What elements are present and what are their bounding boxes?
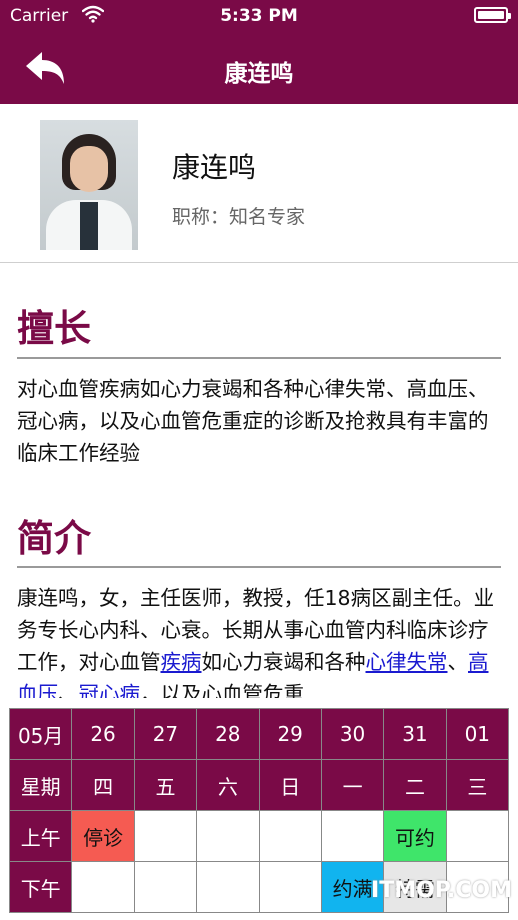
- intro-text: 康连鸣，女，主任医师，教授，任18病区副主任。业务专长心内科、心衰。长期从事心血…: [17, 582, 501, 698]
- weekday-cell: 四: [71, 759, 135, 811]
- clock: 5:33 PM: [220, 6, 298, 26]
- weekday-cell: 日: [258, 759, 322, 811]
- slot-stopped: 停诊: [71, 810, 135, 862]
- specialty-heading: 擅长: [17, 307, 91, 350]
- schedule-date-row: 05月 26 27 28 29 30 31 01: [8, 708, 510, 760]
- date-cell: 27: [133, 708, 198, 760]
- weekday-cell: 一: [320, 759, 385, 811]
- doctor-avatar: [40, 120, 138, 250]
- date-cell: 30: [320, 708, 385, 760]
- navigation-bar: 康连鸣: [0, 34, 518, 104]
- slot-empty: [71, 861, 135, 913]
- doctor-title: 职称：知名专家: [172, 206, 306, 228]
- pm-label-cell: 下午: [8, 861, 73, 913]
- date-cell: 28: [196, 708, 260, 760]
- link-arrhythmia[interactable]: 心律失常: [366, 650, 448, 674]
- link-coronary[interactable]: 冠心病: [79, 682, 141, 698]
- slot-empty: [258, 861, 322, 913]
- separator: 、: [58, 682, 79, 698]
- separator: 、: [447, 650, 469, 674]
- date-cell: 26: [71, 708, 135, 760]
- slot-empty: [258, 810, 322, 862]
- weekday-cell: 二: [383, 759, 447, 811]
- slot-empty: [320, 810, 385, 862]
- specialty-text: 对心血管疾病如心力衰竭和各种心律失常、高血压、冠心病，以及心血管危重症的诊断及抢…: [17, 377, 489, 465]
- schedule-am-row: 上午 停诊 可约: [8, 810, 510, 862]
- date-cell: 31: [383, 708, 447, 760]
- weekday-cell: 六: [196, 759, 260, 811]
- slot-available-button[interactable]: 可约: [383, 810, 447, 862]
- date-cell: 29: [258, 708, 322, 760]
- slot-empty: [196, 861, 260, 913]
- status-bar: Carrier 5:33 PM: [0, 0, 518, 34]
- slot-empty: [445, 810, 510, 862]
- date-cell: 01: [445, 708, 510, 760]
- weekday-cell: 五: [133, 759, 198, 811]
- intro-text-part: ，以及心血管危重: [140, 682, 304, 698]
- intro-heading: 简介: [17, 517, 91, 560]
- doctor-profile: 康连鸣 职称：知名专家: [0, 104, 518, 263]
- schedule-weekday-row: 星期 四 五 六 日 一 二 三: [8, 759, 510, 811]
- slot-empty: [133, 810, 198, 862]
- month-cell: 05月: [8, 708, 73, 760]
- watermark: ITMOP.COM: [371, 878, 512, 903]
- am-label-cell: 上午: [8, 810, 73, 862]
- divider: [17, 357, 501, 359]
- link-disease[interactable]: 疾病: [161, 650, 202, 674]
- doctor-name: 康连鸣: [172, 151, 257, 184]
- slot-empty: [196, 810, 260, 862]
- battery-icon: [474, 7, 511, 23]
- slot-empty: [133, 861, 198, 913]
- weekday-label-cell: 星期: [8, 759, 73, 811]
- weekday-cell: 三: [445, 759, 510, 811]
- intro-text-part: 如心力衰竭和各种: [201, 650, 366, 674]
- divider: [17, 566, 501, 568]
- page-title: 康连鸣: [224, 61, 294, 87]
